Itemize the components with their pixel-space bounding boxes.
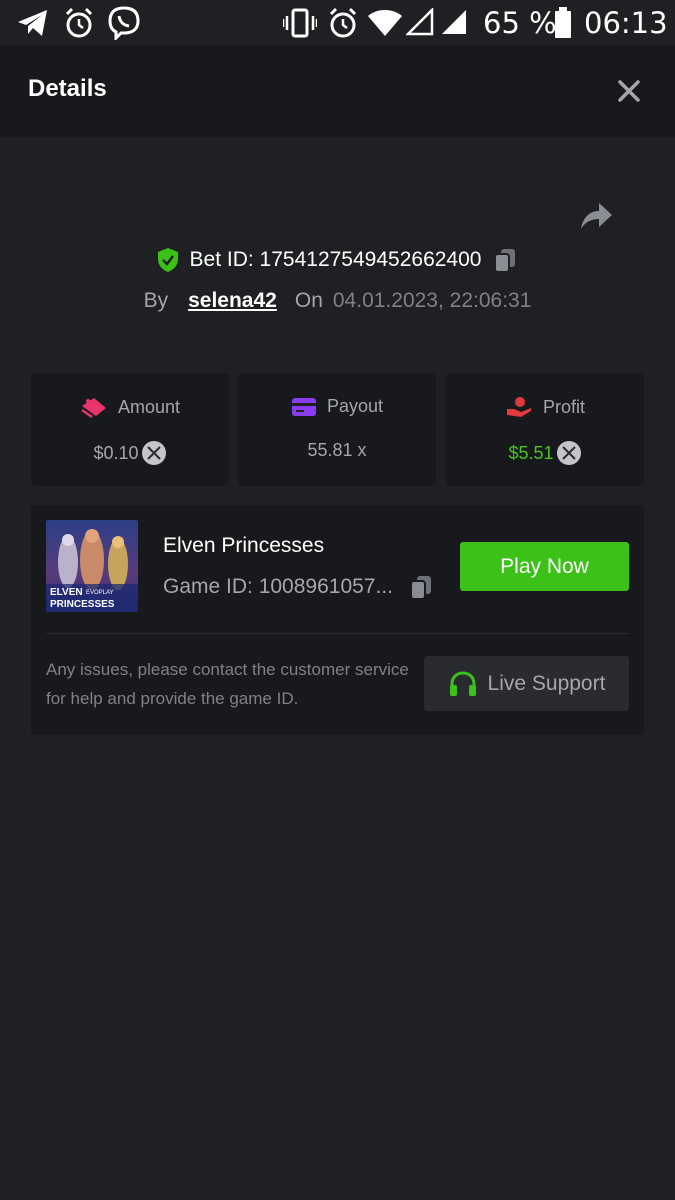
amount-label: Amount	[117, 396, 181, 417]
page-title: Details	[28, 75, 107, 102]
share-icon[interactable]	[578, 198, 614, 234]
shield-check-icon	[157, 248, 178, 272]
payout-value: 55.81 x	[307, 440, 367, 460]
clock: 06:13	[584, 6, 668, 40]
profit-label: Profit	[542, 396, 585, 417]
bet-datetime: 04.01.2023, 22:06:31	[332, 289, 532, 312]
profit-value: $5.51	[508, 442, 554, 463]
payout-card: Payout 55.81 x	[238, 373, 436, 486]
game-thumbnail[interactable]: ELVEN EVOPLAY PRINCESSES	[46, 520, 138, 612]
svg-text:ELVEN: ELVEN	[50, 587, 83, 598]
battery-icon	[555, 7, 571, 38]
amount-card: Amount $0.10	[31, 373, 229, 486]
game-id-row: Game ID: 1008961057...	[163, 573, 435, 601]
xrp-coin-icon	[556, 441, 581, 465]
bet-id-row: Bet ID: 1754127549452662400	[0, 246, 675, 280]
signal-empty-icon	[406, 8, 434, 36]
wallet-card-icon	[291, 397, 316, 416]
divider	[46, 633, 629, 634]
bet-meta-row: By selena42 On 04.01.2023, 22:06:31	[0, 289, 675, 313]
on-label: On	[294, 289, 323, 312]
live-support-label: Live Support	[487, 671, 606, 695]
bet-chip-icon	[81, 398, 106, 418]
svg-text:EVOPLAY: EVOPLAY	[86, 590, 114, 596]
battery-percent: 65 %	[483, 6, 557, 40]
copy-icon[interactable]	[491, 246, 519, 274]
headset-icon	[449, 670, 476, 696]
game-name: Elven Princesses	[163, 534, 325, 557]
signal-icon	[442, 10, 466, 34]
wifi-icon	[368, 10, 402, 36]
svg-text:PRINCESSES: PRINCESSES	[50, 599, 115, 610]
close-icon[interactable]	[612, 74, 646, 108]
amount-value: $0.10	[93, 442, 139, 463]
username-link[interactable]: selena42	[188, 289, 277, 313]
play-now-button[interactable]: Play Now	[460, 542, 629, 591]
by-label: By	[143, 289, 169, 312]
game-card: ELVEN EVOPLAY PRINCESSES Elven Princesse…	[31, 505, 644, 735]
telegram-icon	[18, 10, 47, 36]
help-text: Any issues, please contact the customer …	[46, 660, 409, 708]
game-id: Game ID: 1008961057...	[163, 575, 393, 598]
bet-id: Bet ID: 1754127549452662400	[189, 248, 482, 271]
vibrate-icon	[283, 8, 317, 38]
profit-card: Profit $5.51	[446, 373, 644, 486]
payout-label: Payout	[326, 396, 384, 416]
alarm-icon	[65, 7, 93, 38]
details-header: Details	[0, 45, 675, 137]
copy-icon[interactable]	[407, 573, 435, 601]
status-bar: 65 % 06:13	[0, 0, 675, 45]
xrp-coin-icon	[141, 441, 166, 465]
viber-icon	[108, 6, 140, 40]
live-support-button[interactable]: Live Support	[424, 656, 629, 711]
hand-money-icon	[506, 397, 531, 417]
alarm-icon	[329, 7, 357, 38]
